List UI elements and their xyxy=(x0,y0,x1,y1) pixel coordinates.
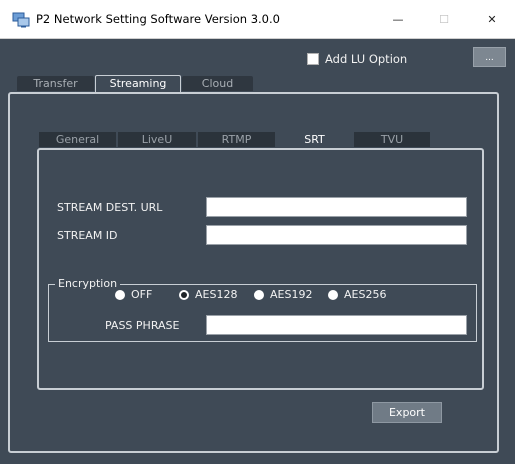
radio-aes256-button[interactable] xyxy=(328,289,338,300)
radio-aes256-label: AES256 xyxy=(344,288,387,301)
stream-id-input[interactable] xyxy=(206,225,467,245)
radio-aes192-label: AES192 xyxy=(270,288,313,301)
tab-transfer-label: Transfer xyxy=(33,77,78,90)
add-lu-checkbox[interactable] xyxy=(307,53,319,65)
srt-settings-panel xyxy=(37,148,484,390)
minimize-button[interactable]: — xyxy=(375,6,421,32)
maximize-button[interactable]: ☐ xyxy=(421,6,467,32)
title-bar: P2 Network Setting Software Version 3.0.… xyxy=(0,0,515,39)
add-lu-option[interactable]: Add LU Option xyxy=(307,52,407,66)
tab-streaming[interactable]: Streaming xyxy=(95,75,181,92)
subtab-general-label: General xyxy=(55,133,100,146)
stream-dest-url-input[interactable] xyxy=(206,197,467,217)
subtab-rtmp-label: RTMP xyxy=(221,133,252,146)
pass-phrase-input[interactable] xyxy=(206,315,467,335)
pass-phrase-label: PASS PHRASE xyxy=(105,319,180,332)
subtab-liveu[interactable]: LiveU xyxy=(118,132,196,147)
stream-id-label: STREAM ID xyxy=(57,229,118,242)
subtab-srt-label: SRT xyxy=(304,133,325,146)
stream-dest-url-label: STREAM DEST. URL xyxy=(57,201,163,214)
radio-off-button[interactable] xyxy=(115,289,125,300)
ellipsis-icon: ... xyxy=(485,53,494,63)
encryption-legend: Encryption xyxy=(55,277,121,290)
minimize-icon: — xyxy=(392,12,404,26)
radio-off-label: OFF xyxy=(131,288,153,301)
radio-aes192[interactable]: AES192 xyxy=(254,288,312,301)
tab-streaming-label: Streaming xyxy=(109,77,167,90)
radio-off[interactable]: OFF xyxy=(115,288,152,301)
close-icon: ✕ xyxy=(487,12,497,26)
add-lu-label: Add LU Option xyxy=(325,52,408,66)
radio-aes192-button[interactable] xyxy=(254,289,264,300)
subtab-general[interactable]: General xyxy=(39,132,116,147)
maximize-icon: ☐ xyxy=(439,12,449,26)
tab-cloud[interactable]: Cloud xyxy=(182,76,253,91)
radio-aes128-button[interactable] xyxy=(179,289,189,300)
subtab-tvu[interactable]: TVU xyxy=(354,132,430,147)
subtab-srt[interactable]: SRT xyxy=(276,132,353,147)
radio-aes128-label: AES128 xyxy=(195,288,238,301)
network-settings-icon xyxy=(12,12,30,28)
window-title: P2 Network Setting Software Version 3.0.… xyxy=(36,12,280,26)
subtab-liveu-label: LiveU xyxy=(141,133,173,146)
more-options-button[interactable]: ... xyxy=(473,47,506,67)
export-button[interactable]: Export xyxy=(372,402,442,423)
radio-aes256[interactable]: AES256 xyxy=(328,288,386,301)
subtab-rtmp[interactable]: RTMP xyxy=(198,132,275,147)
tab-transfer[interactable]: Transfer xyxy=(17,76,94,91)
tab-cloud-label: Cloud xyxy=(201,77,234,90)
close-button[interactable]: ✕ xyxy=(469,6,515,32)
subtab-tvu-label: TVU xyxy=(380,133,404,146)
radio-aes128[interactable]: AES128 xyxy=(179,288,237,301)
